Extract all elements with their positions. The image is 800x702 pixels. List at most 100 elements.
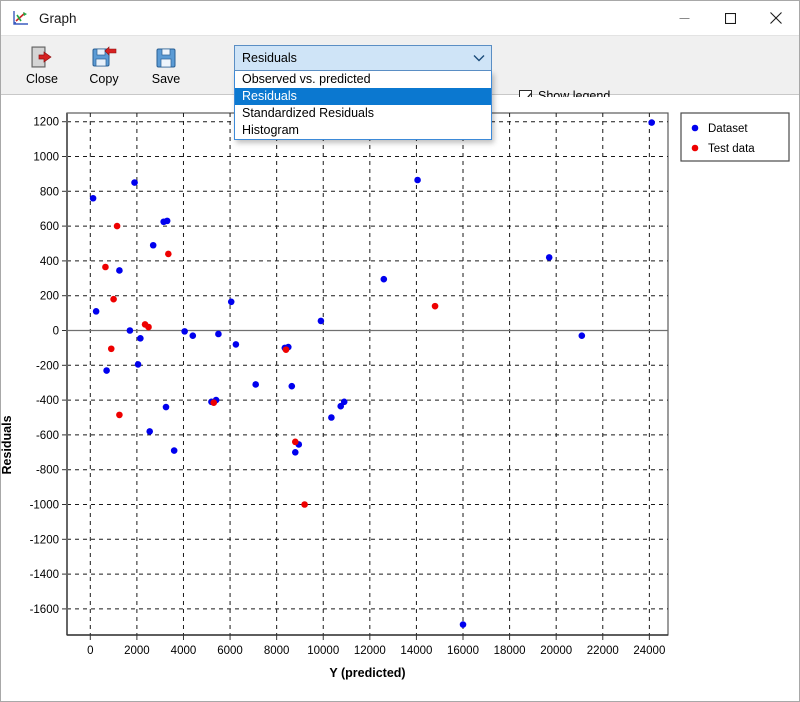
scatter-chart: 0 2000 4000 6000 8000 10000 12000 14000 16000 180… xyxy=(30,112,790,680)
data-point xyxy=(145,323,152,331)
x-tick-label: 6000 xyxy=(217,645,243,657)
dropdown-option-standardized-residuals[interactable]: Standardized Residuals xyxy=(235,105,491,122)
data-point xyxy=(459,621,467,628)
plot-type-dropdown[interactable]: Residuals Observed vs. predicted Residua… xyxy=(234,45,492,140)
x-tick-label: 22000 xyxy=(587,645,619,657)
y-tick-label: -1200 xyxy=(30,534,59,546)
y-axis-title: Residuals xyxy=(0,415,14,475)
x-tick-label: 16000 xyxy=(447,645,479,657)
dropdown-options-list: Observed vs. predicted Residuals Standar… xyxy=(234,71,492,140)
copy-button[interactable]: Copy xyxy=(73,37,135,93)
y-tick-label: -400 xyxy=(36,395,59,407)
y-tick-label: -200 xyxy=(36,360,59,372)
data-point xyxy=(282,346,290,353)
toolbar: Close Copy Save Residuals Observed vs. p… xyxy=(1,35,799,140)
y-tick-label: -600 xyxy=(36,430,59,442)
dropdown-option-observed-vs-predicted[interactable]: Observed vs. predicted xyxy=(235,71,491,88)
data-point xyxy=(103,367,110,374)
close-button[interactable] xyxy=(753,1,799,35)
data-point xyxy=(113,222,121,230)
y-tick-label: -1400 xyxy=(30,569,59,581)
data-point xyxy=(165,250,172,258)
data-point xyxy=(210,399,218,407)
close-button-label: Close xyxy=(26,72,58,86)
x-tick-label: 14000 xyxy=(400,645,432,657)
data-point xyxy=(126,327,134,334)
data-point xyxy=(291,449,299,456)
data-point xyxy=(146,428,153,435)
data-point xyxy=(162,403,170,411)
x-tick-label: 8000 xyxy=(264,645,290,657)
data-point xyxy=(163,217,171,225)
data-point xyxy=(134,361,142,368)
data-point xyxy=(89,194,97,202)
window-title: Graph xyxy=(39,10,77,26)
y-tick-label: 1000 xyxy=(33,152,59,164)
y-tick-label: 200 xyxy=(40,291,59,303)
copy-disk-icon xyxy=(91,44,117,70)
legend-label: Test data xyxy=(708,143,755,155)
save-button-label: Save xyxy=(151,72,181,86)
y-tick-label: -1600 xyxy=(30,604,59,616)
data-point xyxy=(340,398,348,406)
data-point xyxy=(110,295,117,303)
y-tick-label: -800 xyxy=(36,465,59,477)
data-point xyxy=(232,341,240,348)
data-point xyxy=(181,328,188,335)
dropdown-option-residuals[interactable]: Residuals xyxy=(235,88,491,105)
data-point xyxy=(131,179,138,186)
close-button-toolbar[interactable]: Close xyxy=(11,37,73,93)
x-tick-label: 0 xyxy=(87,645,93,657)
data-point xyxy=(116,411,123,419)
save-button[interactable]: Save xyxy=(135,37,197,93)
data-point xyxy=(102,263,109,271)
close-door-icon xyxy=(29,44,55,70)
dropdown-option-histogram[interactable]: Histogram xyxy=(235,122,491,139)
data-point xyxy=(545,254,553,261)
graph-window: Graph Close Copy Save Residuals Observed… xyxy=(0,0,800,702)
data-point xyxy=(648,119,655,126)
data-point xyxy=(92,308,100,315)
plot-area: Residuals 0 2000 4000 6000 8000 10000 12000 140… xyxy=(0,97,799,701)
chevron-down-icon xyxy=(471,54,487,62)
title-bar: Graph xyxy=(1,1,799,35)
y-tick-label: -1000 xyxy=(30,500,59,512)
data-point xyxy=(137,335,144,342)
data-point xyxy=(227,298,235,306)
legend-marker xyxy=(691,144,699,152)
x-tick-label: 2000 xyxy=(124,645,150,657)
window-controls xyxy=(661,1,799,35)
data-point xyxy=(301,501,308,508)
data-point xyxy=(149,241,157,249)
x-tick-label: 4000 xyxy=(171,645,197,657)
legend-marker xyxy=(691,124,699,132)
data-point xyxy=(431,302,439,310)
maximize-button[interactable] xyxy=(707,1,753,35)
y-tick-label: 0 xyxy=(53,326,59,338)
data-point xyxy=(288,382,296,390)
data-point xyxy=(107,345,115,353)
y-tick-label: 1200 xyxy=(33,117,59,129)
x-tick-label: 12000 xyxy=(354,645,386,657)
y-tick-label: 600 xyxy=(40,221,59,233)
save-disk-icon xyxy=(153,44,179,70)
data-point xyxy=(328,414,335,421)
x-tick-label: 10000 xyxy=(307,645,339,657)
x-tick-label: 24000 xyxy=(633,645,665,657)
x-tick-label: 18000 xyxy=(494,645,526,657)
y-tick-label: 400 xyxy=(40,256,59,268)
dropdown-display[interactable]: Residuals xyxy=(234,45,492,71)
data-point xyxy=(215,330,222,338)
chart-legend: Dataset Test data xyxy=(680,112,790,162)
data-point xyxy=(578,332,586,340)
dropdown-selected-value: Residuals xyxy=(242,51,297,65)
minimize-button[interactable] xyxy=(661,1,707,35)
data-point xyxy=(380,275,388,283)
x-axis-title: Y (predicted) xyxy=(329,666,405,680)
data-point xyxy=(252,381,259,388)
data-point xyxy=(116,267,123,274)
y-tick-label: 800 xyxy=(40,186,59,198)
graph-icon xyxy=(11,8,31,28)
x-tick-label: 20000 xyxy=(540,645,572,657)
data-point xyxy=(170,447,178,454)
